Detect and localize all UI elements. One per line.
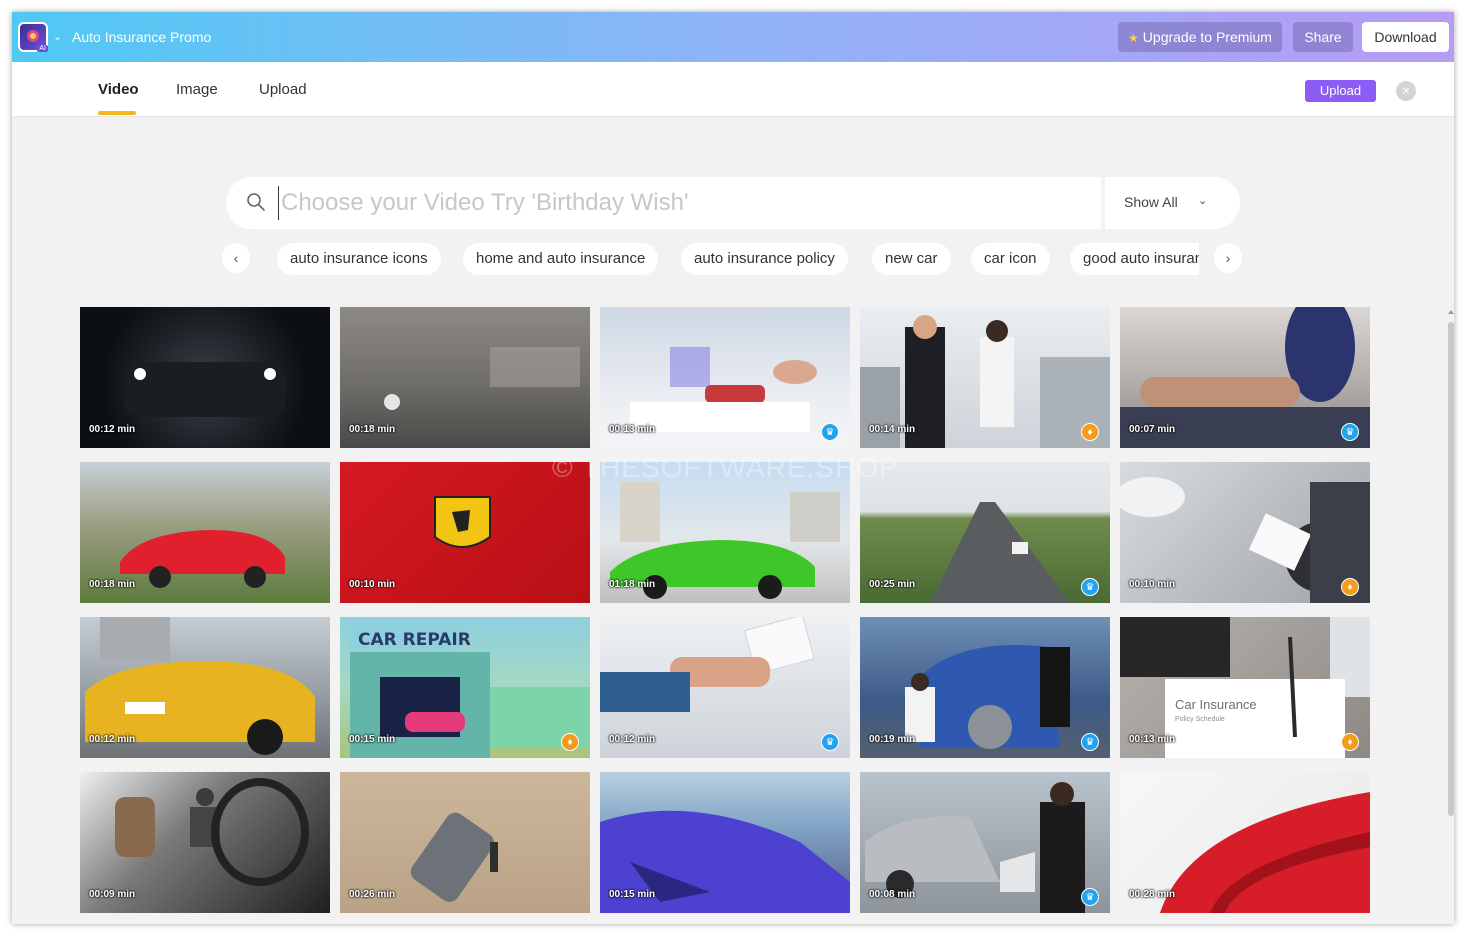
- crown-icon: ♛: [1081, 578, 1099, 596]
- video-thumbnail[interactable]: CAR REPAIR 00:15 min ♦: [340, 617, 590, 758]
- app-window: AI ⌄ Auto Insurance Promo ★ Upgrade to Pr…: [12, 12, 1454, 924]
- suggestion-chip[interactable]: auto insurance icons: [277, 243, 441, 275]
- scroll-up-arrow[interactable]: [1448, 310, 1454, 314]
- diamond-icon: ♦: [561, 733, 579, 751]
- video-duration: 00:15 min: [349, 734, 396, 745]
- diamond-icon: ♦: [1341, 733, 1359, 751]
- video-thumbnail[interactable]: 00:19 min ♛: [860, 617, 1110, 758]
- svg-text:Car Insurance: Car Insurance: [1175, 697, 1257, 712]
- video-duration: 00:12 min: [89, 734, 136, 745]
- search-icon: [247, 193, 265, 211]
- crown-icon: ♛: [821, 423, 839, 441]
- diamond-icon: ♦: [1081, 423, 1099, 441]
- suggestion-chip[interactable]: new car: [872, 243, 951, 275]
- active-tab-indicator: [98, 111, 136, 115]
- crown-icon: ♛: [1081, 733, 1099, 751]
- video-duration: 00:07 min: [1129, 424, 1176, 435]
- app-logo-icon[interactable]: AI: [18, 22, 48, 52]
- video-duration: 00:10 min: [1129, 579, 1176, 590]
- close-icon[interactable]: ×: [1396, 81, 1416, 101]
- video-thumbnail[interactable]: 00:12 min: [80, 307, 330, 448]
- video-duration: 00:15 min: [609, 889, 656, 900]
- video-thumbnail[interactable]: 00:25 min ♛: [860, 462, 1110, 603]
- video-duration: 00:28 min: [1129, 889, 1176, 900]
- title-bar: AI ⌄ Auto Insurance Promo ★ Upgrade to Pr…: [12, 12, 1454, 62]
- crown-icon: ♛: [1341, 423, 1359, 441]
- video-thumbnail[interactable]: 00:18 min: [340, 307, 590, 448]
- video-duration: 00:12 min: [89, 424, 136, 435]
- scrollbar[interactable]: [1448, 322, 1454, 816]
- video-thumbnail[interactable]: 00:18 min: [80, 462, 330, 603]
- video-duration: 00:08 min: [869, 889, 916, 900]
- search-bar: Show All ⌄: [226, 177, 1240, 229]
- video-duration: 00:13 min: [609, 424, 656, 435]
- video-thumbnail[interactable]: 00:14 min ♦: [860, 307, 1110, 448]
- video-duration: 00:13 min: [1129, 734, 1176, 745]
- tab-video[interactable]: Video: [98, 81, 139, 98]
- diamond-icon: ♦: [1341, 578, 1359, 596]
- video-duration: 00:10 min: [349, 579, 396, 590]
- video-thumbnail[interactable]: 00:12 min ♛: [600, 617, 850, 758]
- suggestion-chip[interactable]: car icon: [971, 243, 1050, 275]
- filter-dropdown[interactable]: Show All: [1124, 194, 1178, 210]
- video-thumbnail[interactable]: 00:13 min ♛: [600, 307, 850, 448]
- video-duration: 00:12 min: [609, 734, 656, 745]
- chevron-down-icon[interactable]: ⌄: [53, 30, 62, 43]
- star-icon: ★: [1128, 31, 1139, 45]
- tab-image[interactable]: Image: [176, 81, 218, 98]
- video-duration: 00:25 min: [869, 579, 916, 590]
- video-thumbnail[interactable]: Car Insurance Policy Schedule 00:13 min ♦: [1120, 617, 1370, 758]
- chevron-down-icon[interactable]: ⌄: [1198, 194, 1207, 207]
- video-thumbnail[interactable]: 00:15 min: [600, 772, 850, 913]
- video-thumbnail[interactable]: 00:26 min: [340, 772, 590, 913]
- video-duration: 00:26 min: [349, 889, 396, 900]
- video-duration: 00:09 min: [89, 889, 136, 900]
- suggestion-chip[interactable]: home and auto insurance: [463, 243, 659, 275]
- video-thumbnail[interactable]: 00:28 min: [1120, 772, 1370, 913]
- video-thumbnail[interactable]: 00:08 min ♛: [860, 772, 1110, 913]
- download-button[interactable]: Download: [1362, 22, 1449, 52]
- video-thumbnail[interactable]: 00:12 min: [80, 617, 330, 758]
- svg-text:CAR REPAIR: CAR REPAIR: [358, 630, 471, 650]
- video-thumbnail[interactable]: 00:10 min: [340, 462, 590, 603]
- share-button[interactable]: Share: [1293, 22, 1353, 52]
- suggestion-chips: auto insurance icons home and auto insur…: [277, 243, 1199, 275]
- upload-button[interactable]: Upload: [1305, 80, 1376, 102]
- search-divider: [1101, 177, 1105, 229]
- video-duration: 00:18 min: [89, 579, 136, 590]
- crown-icon: ♛: [1081, 888, 1099, 906]
- video-thumbnail[interactable]: 00:07 min ♛: [1120, 307, 1370, 448]
- tabs-bar: Video Image Upload Upload ×: [12, 62, 1454, 117]
- video-thumbnail[interactable]: 00:09 min: [80, 772, 330, 913]
- upgrade-premium-button[interactable]: ★ Upgrade to Premium: [1118, 22, 1282, 52]
- video-duration: 00:14 min: [869, 424, 916, 435]
- video-duration: 01:18 min: [609, 579, 656, 590]
- chevron-right-icon[interactable]: ›: [1214, 243, 1242, 273]
- chevron-left-icon[interactable]: ‹: [222, 243, 250, 273]
- video-thumbnail[interactable]: 00:10 min ♦: [1120, 462, 1370, 603]
- search-input[interactable]: [278, 186, 1098, 220]
- project-title: Auto Insurance Promo: [72, 29, 212, 45]
- svg-text:Policy Schedule: Policy Schedule: [1175, 716, 1225, 723]
- crown-icon: ♛: [821, 733, 839, 751]
- video-duration: 00:19 min: [869, 734, 916, 745]
- logo-badge: AI: [37, 45, 48, 52]
- video-thumbnail[interactable]: 01:18 min: [600, 462, 850, 603]
- tab-upload[interactable]: Upload: [259, 81, 307, 98]
- suggestion-chip[interactable]: good auto insurance: [1070, 243, 1199, 275]
- suggestion-chip[interactable]: auto insurance policy: [681, 243, 848, 275]
- video-duration: 00:18 min: [349, 424, 396, 435]
